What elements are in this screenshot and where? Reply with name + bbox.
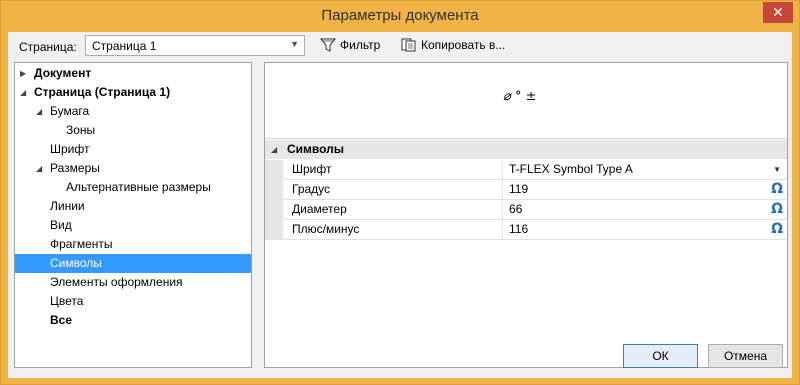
dialog-client: Страница: Страница 1 ▼ Фильтр Копировать… (8, 32, 792, 378)
page-select-value: Страница 1 (92, 39, 157, 53)
property-name: Диаметер (283, 200, 503, 220)
filter-label: Фильтр (340, 38, 381, 52)
property-row-font[interactable]: Шрифт T-FLEX Symbol Type A ▼ (265, 160, 787, 180)
property-value: T-FLEX Symbol Type A (509, 162, 633, 176)
expand-icon[interactable]: ▶ (20, 64, 26, 83)
copy-to-button[interactable]: Копировать в... (401, 38, 505, 52)
collapse-icon[interactable]: ◢ (20, 83, 26, 102)
property-name: Градус (283, 180, 503, 200)
close-button[interactable]: ✕ (763, 2, 793, 23)
category-label: Символы (287, 142, 345, 156)
tree-item-font[interactable]: Шрифт (15, 140, 251, 159)
omega-icon[interactable]: Ω (771, 220, 783, 239)
tree-item-label: Шрифт (50, 142, 90, 156)
row-gutter (265, 220, 283, 240)
filter-button[interactable]: Фильтр (320, 38, 380, 52)
tree-item-symbols[interactable]: Символы (15, 254, 251, 273)
degree-code-field[interactable]: 119 Ω (503, 180, 787, 200)
tree-item-label: Фрагменты (50, 237, 113, 251)
property-value: 116 (509, 222, 529, 236)
category-symbols[interactable]: ◢ Символы (265, 140, 787, 159)
tree-item-label: Документ (34, 66, 92, 80)
tree-item-label: Зоны (66, 123, 96, 137)
property-row-degree[interactable]: Градус 119 Ω (265, 180, 787, 200)
tree-item-label: Вид (50, 218, 72, 232)
collapse-icon[interactable]: ◢ (271, 140, 277, 159)
row-gutter (265, 200, 283, 220)
property-row-plus-minus[interactable]: Плюс/минус 116 Ω (265, 220, 787, 240)
diameter-code-field[interactable]: 66 Ω (503, 200, 787, 220)
copy-icon (401, 38, 416, 52)
page-select[interactable]: Страница 1 ▼ (85, 35, 305, 56)
tree-item-label: Страница (Страница 1) (34, 85, 171, 99)
property-name: Шрифт (283, 160, 503, 180)
tree-item-alt-dimensions[interactable]: Альтернативные размеры (15, 178, 251, 197)
dialog-window: Параметры документа ✕ Страница: Страница… (0, 0, 800, 385)
tree-item-label: Бумага (50, 104, 90, 118)
page-label: Страница: (19, 40, 77, 54)
tree-item-design-elements[interactable]: Элементы оформления (15, 273, 251, 292)
window-title: Параметры документа (321, 7, 479, 24)
property-value: 119 (509, 182, 529, 196)
tree-item-label: Все (50, 313, 73, 327)
tree-item-zones[interactable]: Зоны (15, 121, 251, 140)
tree-item-paper[interactable]: ◢ Бумага (15, 102, 251, 121)
property-value: 66 (509, 202, 523, 216)
tree-item-document[interactable]: ▶ Документ (15, 64, 251, 83)
splitter[interactable] (265, 138, 787, 139)
close-icon: ✕ (772, 4, 784, 20)
tree-item-all[interactable]: Все (15, 311, 251, 330)
property-row-diameter[interactable]: Диаметер 66 Ω (265, 200, 787, 220)
tree-item-label: Символы (50, 256, 102, 270)
chevron-down-icon[interactable]: ▼ (773, 160, 781, 179)
omega-icon[interactable]: Ω (771, 180, 783, 199)
chevron-down-icon: ▼ (290, 39, 299, 49)
omega-icon[interactable]: Ω (771, 200, 783, 219)
tree-item-label: Альтернативные размеры (66, 180, 211, 194)
tree-item-lines[interactable]: Линии (15, 197, 251, 216)
plus-minus-code-field[interactable]: 116 Ω (503, 220, 787, 240)
filter-icon (320, 38, 336, 52)
symbol-preview: ⌀ ° ± (265, 63, 787, 138)
ok-button[interactable]: ОК (623, 344, 698, 368)
cancel-button[interactable]: Отмена (708, 344, 783, 368)
row-gutter (265, 180, 283, 200)
collapse-icon[interactable]: ◢ (36, 159, 42, 178)
property-name: Плюс/минус (283, 220, 503, 240)
tree-item-label: Линии (50, 199, 85, 213)
copy-to-label: Копировать в... (421, 38, 506, 52)
tree-item-label: Размеры (50, 161, 100, 175)
preview-symbols: ⌀ ° ± (503, 89, 537, 104)
title-bar[interactable]: Параметры документа ✕ (1, 1, 799, 32)
tree-item-label: Цвета (50, 294, 84, 308)
settings-tree[interactable]: ▶ Документ ◢ Страница (Страница 1) ◢ Бум… (14, 62, 252, 368)
tree-item-dimensions[interactable]: ◢ Размеры (15, 159, 251, 178)
tree-item-view[interactable]: Вид (15, 216, 251, 235)
font-select[interactable]: T-FLEX Symbol Type A ▼ (503, 160, 787, 180)
tree-item-colors[interactable]: Цвета (15, 292, 251, 311)
property-panel: ⌀ ° ± ◢ Символы Шрифт T-FLEX Symbol Type… (264, 62, 788, 368)
collapse-icon[interactable]: ◢ (36, 102, 42, 121)
tree-item-fragments[interactable]: Фрагменты (15, 235, 251, 254)
tree-item-label: Элементы оформления (50, 275, 183, 289)
row-gutter (265, 160, 283, 180)
tree-item-page[interactable]: ◢ Страница (Страница 1) (15, 83, 251, 102)
